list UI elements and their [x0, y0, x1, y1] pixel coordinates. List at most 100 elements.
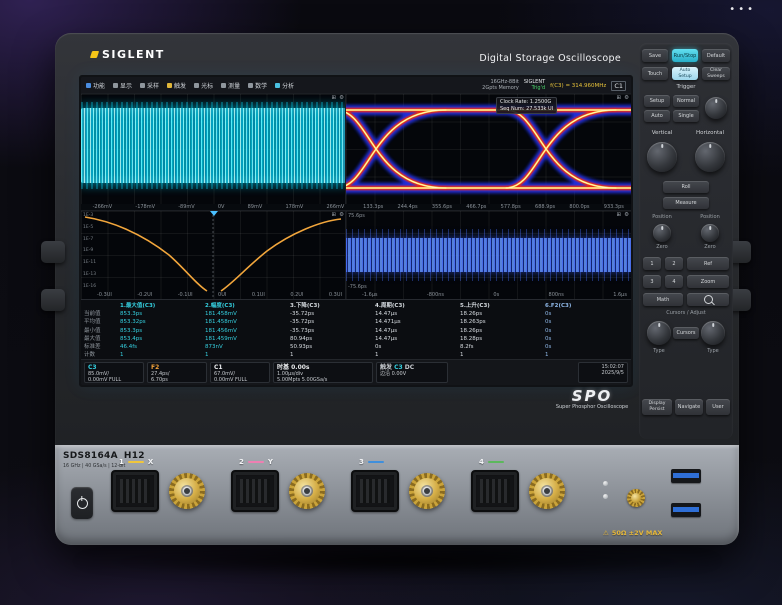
settings-icon[interactable]: ⚙	[339, 212, 344, 218]
overflow-menu-icon[interactable]: •••	[729, 4, 756, 15]
table-cell: 标准差	[84, 343, 118, 351]
menu-item-icon	[167, 83, 172, 88]
settings-icon[interactable]: ⚙	[624, 95, 629, 101]
channel-4-button[interactable]: 4	[665, 275, 683, 288]
menu-item[interactable]: 测量	[221, 81, 240, 90]
trigger-slope: 边沿	[380, 371, 390, 377]
expand-icon[interactable]: ⊞	[616, 95, 621, 101]
brand-status-column: SIGLENT Trig'd	[524, 80, 545, 91]
bnc-center-pin	[544, 488, 550, 494]
table-cell: 6.F2(C3)	[545, 302, 628, 310]
connector-panel: SDS8164AH12 16 GHz | 40 GSa/s | 12-bit 1…	[55, 445, 739, 545]
menu-item-icon	[86, 83, 91, 88]
trigger-single-button[interactable]: Single	[673, 110, 699, 122]
user-button[interactable]: User	[706, 399, 730, 415]
plot-jitter-track[interactable]: ⊞ ⚙ 75.6ps -75.6ps -1.6μs-800ns0s800ns1.…	[346, 211, 631, 299]
expand-icon[interactable]: ⊞	[331, 212, 336, 218]
channel-name: F2	[151, 364, 203, 371]
table-cell: 0s	[545, 335, 628, 343]
menu-item[interactable]: 分析	[275, 81, 294, 90]
measure-button[interactable]: Measure	[663, 197, 709, 209]
menu-item-label: 光标	[201, 81, 213, 90]
bnc-connector	[529, 473, 565, 509]
touch-button[interactable]: Touch	[642, 67, 668, 80]
probe-interface-connector	[231, 470, 279, 512]
settings-icon[interactable]: ⚙	[339, 95, 344, 101]
plot-noise-band-cyan[interactable]: ⊞ ⚙	[81, 94, 346, 204]
navigate-button[interactable]: Navigate	[675, 399, 703, 415]
menu-item[interactable]: 数学	[248, 81, 267, 90]
clear-sweeps-button[interactable]: Clear Sweeps	[702, 67, 730, 80]
expand-icon[interactable]: ⊞	[331, 95, 336, 101]
table-cell: -35.73ps	[290, 327, 373, 335]
timebase-scale: 1.00μs/div	[277, 371, 303, 377]
waveform-grid: ⊞ ⚙ ⊞ ⚙ Clock Rate: 1.2500G Seq Num: 27.…	[81, 94, 631, 299]
channel-1-button[interactable]: 1	[643, 257, 661, 270]
table-cell: 14.47μs	[375, 310, 458, 318]
seq-num-readout: Seq Num: 27.533k UI	[500, 106, 553, 113]
usb-port-bottom	[671, 503, 701, 517]
channel-3-button[interactable]: 3	[643, 275, 661, 288]
ref-button[interactable]: Ref	[687, 257, 729, 270]
axis-label: 800ns	[549, 292, 564, 299]
table-cell: 18.28ps	[460, 335, 543, 343]
trigger-status-box[interactable]: 触发 C3 DC 边沿 0.00V	[376, 362, 448, 383]
vertical-section-label: Vertical	[639, 130, 685, 137]
power-button[interactable]	[71, 487, 93, 519]
roll-button[interactable]: Roll	[663, 181, 709, 193]
cursors-button[interactable]: Cursors	[673, 327, 699, 339]
channel-badge[interactable]: C1	[611, 81, 626, 91]
trigger-auto-button[interactable]: Auto	[644, 110, 670, 122]
trigger-setup-button[interactable]: Setup	[644, 95, 670, 107]
menu-item[interactable]: 光标	[194, 81, 213, 90]
display-screen: 功能 显示 采样	[79, 75, 633, 387]
horizontal-scale-knob[interactable]	[695, 142, 725, 172]
vertical-scale-knob[interactable]	[647, 142, 677, 172]
left-handle-top	[41, 241, 65, 263]
menu-item[interactable]: 触发	[167, 81, 186, 90]
channel-label: 2 Y	[239, 457, 337, 467]
axis-label: 355.6ps	[432, 204, 452, 211]
bathtub-waveform	[81, 211, 346, 299]
trigger-level-knob[interactable]	[705, 97, 727, 119]
channel-status-box[interactable]: F2 27.4ps/ 6.70ps	[147, 362, 207, 383]
channel-2-button[interactable]: 2	[665, 257, 683, 270]
save-button[interactable]: Save	[642, 49, 668, 62]
channel-status-box[interactable]: C3 85.0mV/ 0.00mV FULL	[84, 362, 144, 383]
trigger-normal-button[interactable]: Normal	[673, 95, 699, 107]
trigger-section-label: Trigger	[639, 84, 733, 91]
axis-label: 0UI	[218, 292, 226, 299]
channel-status-box[interactable]: C1 67.0mV/ 0.00mV FULL	[210, 362, 270, 383]
plot-eye-diagram[interactable]: ⊞ ⚙ Clock Rate: 1.2500G Seq Num: 27.533k…	[346, 94, 631, 204]
expand-icon[interactable]: ⊞	[616, 212, 621, 218]
math-button[interactable]: Math	[643, 293, 683, 306]
table-cell: 5.上升(C3)	[460, 302, 543, 310]
default-button[interactable]: Default	[702, 49, 730, 62]
table-cell: 181.456mV	[205, 327, 288, 335]
plot-bathtub-curve[interactable]: ⊞ ⚙ 1E-31E-51E-71E-91E-111E-131E-16 -	[81, 211, 346, 299]
menu-item[interactable]: 显示	[113, 81, 132, 90]
search-button[interactable]	[687, 293, 729, 306]
axis-label: 466.7ps	[466, 204, 486, 211]
axis-label: -1.6μs	[362, 292, 378, 299]
sample-position-marker[interactable]	[210, 211, 218, 216]
menu-item[interactable]: 采样	[140, 81, 159, 90]
timebase-status-box[interactable]: 时基 0.00s 1.00μs/div 5.00Mpts 5.00GSa/s	[273, 362, 373, 383]
warning-icon: ⚠	[603, 529, 609, 537]
horizontal-position-knob[interactable]	[701, 224, 719, 242]
vertical-position-knob[interactable]	[653, 224, 671, 242]
adjust-knob[interactable]	[701, 321, 725, 345]
display-persist-button[interactable]: Display Persist	[642, 399, 672, 415]
zoom-button[interactable]: Zoom	[687, 275, 729, 288]
bnc-connector	[409, 473, 445, 509]
cursor-knob[interactable]	[647, 321, 671, 345]
menu-item[interactable]: 功能	[86, 81, 105, 90]
probe-interface-connector	[471, 470, 519, 512]
table-cell: 181.459mV	[205, 335, 288, 343]
frequency-readout: f(C3) = 314.960MHz	[550, 83, 606, 89]
table-cell: 46.4fs	[120, 343, 203, 351]
settings-icon[interactable]: ⚙	[624, 212, 629, 218]
auto-setup-button[interactable]: Auto Setup	[672, 67, 698, 80]
run-stop-button[interactable]: Run/Stop	[672, 49, 698, 62]
menu-bar: 功能 显示 采样	[81, 77, 631, 95]
